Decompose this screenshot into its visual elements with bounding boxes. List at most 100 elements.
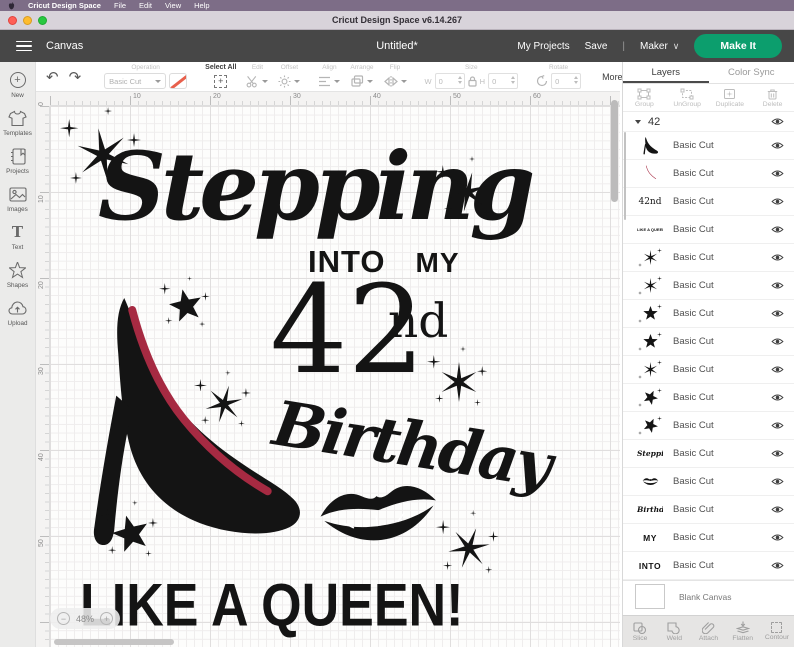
stepper-icon[interactable] — [457, 76, 462, 84]
attach-button[interactable]: Attach — [691, 616, 725, 647]
my-projects-link[interactable]: My Projects — [517, 41, 569, 52]
layer-row[interactable]: Basic Cut — [623, 272, 794, 300]
layer-row[interactable]: Basic Cut — [623, 412, 794, 440]
layer-row[interactable]: Basic Cut — [623, 356, 794, 384]
eye-visibility-icon[interactable] — [771, 253, 784, 262]
menu-file[interactable]: File — [114, 0, 126, 11]
tab-color-sync[interactable]: Color Sync — [709, 62, 794, 83]
eye-visibility-icon[interactable] — [771, 141, 784, 150]
layer-thumbnail — [637, 275, 663, 297]
stepper-icon[interactable] — [511, 76, 516, 84]
contour-button[interactable]: Contour — [760, 616, 794, 647]
eye-visibility-icon[interactable] — [771, 197, 784, 206]
make-it-button[interactable]: Make It — [694, 34, 782, 58]
layer-row[interactable]: Basic Cut — [623, 328, 794, 356]
select-all-button[interactable]: + — [214, 74, 228, 88]
rotate-input[interactable] — [551, 73, 582, 89]
align-button[interactable] — [318, 72, 341, 90]
eye-visibility-icon[interactable] — [771, 337, 784, 346]
layer-group-header[interactable]: 42 — [623, 112, 794, 132]
sidebar-item-upload[interactable]: Upload — [0, 298, 35, 327]
canvas-horizontal-scrollbar[interactable] — [54, 639, 174, 645]
canvas-text-like-a-queen[interactable]: LIKE A QUEEN! — [80, 570, 463, 640]
eye-visibility-icon[interactable] — [771, 281, 784, 290]
eye-visibility-icon[interactable] — [771, 365, 784, 374]
panel-scrollbar[interactable] — [624, 132, 626, 220]
save-link[interactable]: Save — [585, 41, 608, 52]
duplicate-icon — [724, 88, 736, 99]
offset-button[interactable] — [278, 72, 301, 90]
zoom-out-button[interactable]: − — [57, 612, 70, 625]
eye-visibility-icon[interactable] — [771, 117, 784, 126]
layer-row[interactable]: Basic Cut — [623, 244, 794, 272]
layer-row[interactable]: Stepping Basic Cut — [623, 440, 794, 468]
apple-icon[interactable] — [8, 1, 15, 10]
layer-row[interactable]: Basic Cut — [623, 300, 794, 328]
sidebar-item-projects[interactable]: Projects — [0, 146, 35, 175]
layer-row[interactable]: INTO Basic Cut — [623, 552, 794, 580]
ungroup-button[interactable]: UnGroup — [666, 84, 709, 111]
blank-canvas-row[interactable]: Blank Canvas — [623, 580, 794, 612]
flatten-button[interactable]: Flatten — [726, 616, 760, 647]
eye-visibility-icon[interactable] — [771, 393, 784, 402]
eye-visibility-icon[interactable] — [771, 505, 784, 514]
sidebar-item-new[interactable]: + New — [0, 70, 35, 99]
layer-operation-label: Basic Cut — [673, 504, 714, 515]
eye-visibility-icon[interactable] — [771, 421, 784, 430]
layer-row[interactable]: 42nd Basic Cut — [623, 188, 794, 216]
operation-dropdown[interactable]: Basic Cut — [104, 73, 167, 89]
machine-select[interactable]: Maker ∨ — [640, 41, 679, 52]
eye-visibility-icon[interactable] — [771, 225, 784, 234]
sidebar-item-templates[interactable]: Templates — [0, 108, 35, 137]
tab-layers[interactable]: Layers — [623, 62, 709, 83]
sidebar-item-shapes[interactable]: Shapes — [0, 260, 35, 289]
layer-row[interactable]: MY Basic Cut — [623, 524, 794, 552]
duplicate-button[interactable]: Duplicate — [709, 84, 752, 111]
cut-color-swatch[interactable] — [169, 73, 188, 89]
layers-panel: Layers Color Sync Group UnGroup Duplicat… — [622, 62, 794, 615]
layer-row[interactable]: Basic Cut — [623, 132, 794, 160]
menu-view[interactable]: View — [165, 0, 181, 11]
layer-row[interactable]: Basic Cut — [623, 160, 794, 188]
rotate-icon[interactable] — [536, 75, 548, 87]
canvas-label[interactable]: Canvas — [46, 40, 83, 52]
flip-button[interactable] — [383, 72, 407, 90]
layer-row[interactable]: Basic Cut — [623, 384, 794, 412]
weld-button[interactable]: Weld — [657, 616, 691, 647]
flip-mirror-icon — [383, 75, 398, 87]
stepper-icon[interactable] — [574, 76, 579, 84]
edit-button[interactable] — [246, 72, 269, 90]
sidebar-item-text[interactable]: T Text — [0, 222, 35, 251]
shapes-star-icon — [9, 262, 26, 279]
menubar-app-name[interactable]: Cricut Design Space — [28, 0, 101, 11]
collapse-caret-icon[interactable] — [635, 119, 641, 124]
menu-edit[interactable]: Edit — [139, 0, 152, 11]
layer-row[interactable]: Birthday Basic Cut — [623, 496, 794, 524]
zoom-in-button[interactable]: + — [100, 612, 114, 625]
eye-visibility-icon[interactable] — [771, 309, 784, 318]
slice-button[interactable]: Slice — [623, 616, 657, 647]
layer-thumbnail — [637, 415, 663, 437]
eye-visibility-icon[interactable] — [771, 169, 784, 178]
canvas-vertical-scrollbar[interactable] — [611, 100, 618, 202]
redo-icon[interactable]: ↷ — [69, 68, 82, 86]
arrange-button[interactable] — [351, 72, 373, 90]
undo-icon[interactable]: ↶ — [46, 68, 59, 86]
group-button[interactable]: Group — [623, 84, 666, 111]
menu-help[interactable]: Help — [194, 0, 209, 11]
layer-row[interactable]: Basic Cut — [623, 468, 794, 496]
left-sidebar: + New Templates Projects Images T Text S… — [0, 62, 36, 647]
hamburger-menu-icon[interactable] — [16, 40, 32, 52]
sidebar-item-images[interactable]: Images — [0, 184, 35, 213]
eye-visibility-icon[interactable] — [771, 449, 784, 458]
eye-visibility-icon[interactable] — [771, 533, 784, 542]
width-input[interactable] — [434, 73, 465, 89]
eye-visibility-icon[interactable] — [771, 561, 784, 570]
canvas-text-nd[interactable]: nd — [388, 294, 448, 349]
height-input[interactable] — [488, 73, 519, 89]
lock-icon[interactable] — [468, 75, 477, 87]
layer-row[interactable]: LIKE A QUEEN Basic Cut — [623, 216, 794, 244]
design-canvas[interactable]: 10 20 30 40 50 60 10 20 30 40 50 0 Stepping INTO … — [36, 92, 620, 647]
eye-visibility-icon[interactable] — [771, 477, 784, 486]
delete-button[interactable]: Delete — [751, 84, 794, 111]
